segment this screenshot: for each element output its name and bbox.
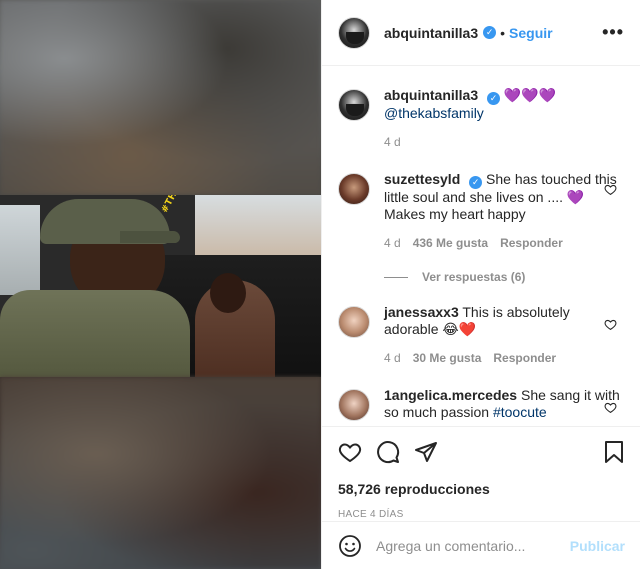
add-comment-bar: Agrega un comentario... Publicar — [322, 521, 640, 569]
comment-meta: 4 d 30 Me gusta Responder — [384, 350, 625, 367]
comment-text-cont: Makes my heart happy — [384, 206, 526, 222]
video-frame[interactable]: #THEKABSFAMILY — [0, 195, 321, 377]
caption-time[interactable]: 4 d — [384, 134, 401, 151]
caption-mention-link[interactable]: @thekabsfamily — [384, 105, 625, 122]
header-separator: • — [500, 24, 506, 41]
comment-likes[interactable]: 436 Me gusta — [413, 235, 488, 252]
post-sidebar: abquintanilla3 ✓ • Seguir ••• abquintani… — [321, 0, 640, 569]
instagram-post: #THEKABSFAMILY abquintanilla3 ✓ • Seguir… — [0, 0, 640, 569]
comments-list[interactable]: abquintanilla3 ✓ 💜💜💜 @thekabsfamily 4 d … — [322, 67, 640, 426]
post-actions: 58,726 reproducciones HACE 4 DÍAS — [322, 426, 640, 520]
caption-emojis: 💜💜💜 — [503, 87, 557, 103]
avatar[interactable] — [338, 173, 370, 205]
emoji-icon[interactable] — [338, 534, 362, 558]
comment-likes[interactable]: 30 Me gusta — [413, 350, 482, 367]
caption-meta: 4 d — [384, 134, 625, 151]
follow-button[interactable]: Seguir — [509, 25, 553, 41]
list-item: suzettesyld ✓ She has touched this littl… — [338, 151, 625, 252]
man-body — [0, 290, 190, 377]
caption: abquintanilla3 ✓ 💜💜💜 @thekabsfamily 4 d — [338, 67, 625, 151]
comment-body: 1angelica.mercedes She sang it with so m… — [384, 387, 625, 421]
caption-body: abquintanilla3 ✓ 💜💜💜 @thekabsfamily 4 d — [384, 87, 625, 151]
action-icons — [338, 439, 625, 465]
publish-button[interactable]: Publicar — [570, 538, 625, 554]
comment-username[interactable]: janessaxx3 — [384, 304, 459, 320]
verified-badge-icon: ✓ — [469, 176, 483, 189]
video-player[interactable]: #THEKABSFAMILY — [0, 0, 321, 569]
avatar[interactable] — [338, 89, 370, 121]
view-replies-button[interactable]: Ver respuestas (6) — [384, 270, 625, 284]
post-header: abquintanilla3 ✓ • Seguir ••• — [322, 0, 640, 66]
heart-icon[interactable] — [604, 401, 617, 414]
reply-button[interactable]: Responder — [500, 235, 563, 252]
child-face — [210, 273, 246, 313]
header-username[interactable]: abquintanilla3 — [384, 25, 478, 41]
list-item: 1angelica.mercedes She sang it with so m… — [338, 367, 625, 421]
comment-username[interactable]: suzettesyld — [384, 171, 460, 187]
avatar[interactable] — [338, 306, 370, 338]
comment-time[interactable]: 4 d — [384, 350, 401, 367]
caption-username[interactable]: abquintanilla3 — [384, 87, 478, 103]
comment-body: suzettesyld ✓ She has touched this littl… — [384, 171, 625, 252]
reply-button[interactable]: Responder — [493, 350, 556, 367]
comment-time[interactable]: 4 d — [384, 235, 401, 252]
heart-icon[interactable] — [604, 183, 617, 196]
video-blur-background-bottom — [0, 377, 321, 569]
replies-divider — [384, 276, 408, 278]
heart-icon[interactable] — [604, 318, 617, 331]
video-blur-background-top — [0, 0, 321, 195]
share-icon[interactable] — [414, 440, 438, 464]
cap-brim — [120, 231, 180, 243]
comment-hashtag-link[interactable]: #toocute — [493, 404, 547, 420]
more-options-icon[interactable]: ••• — [602, 22, 624, 43]
bookmark-icon[interactable] — [603, 440, 625, 464]
comment-emoji: 💜 — [566, 189, 585, 205]
post-date[interactable]: HACE 4 DÍAS — [338, 509, 625, 520]
car-window-left — [0, 205, 40, 295]
heart-icon[interactable] — [338, 440, 362, 464]
list-item: janessaxx3 This is absolutely adorable 😂… — [338, 284, 625, 367]
avatar[interactable] — [338, 389, 370, 421]
avatar[interactable] — [338, 16, 370, 49]
comment-meta: 4 d 436 Me gusta Responder — [384, 235, 625, 252]
comment-icon[interactable] — [376, 440, 400, 464]
verified-badge-icon: ✓ — [483, 26, 497, 39]
comment-body: janessaxx3 This is absolutely adorable 😂… — [384, 304, 625, 367]
verified-badge-icon: ✓ — [487, 92, 501, 105]
comment-input[interactable]: Agrega un comentario... — [376, 538, 570, 554]
comment-username[interactable]: 1angelica.mercedes — [384, 387, 517, 403]
view-count[interactable]: 58,726 reproducciones — [338, 481, 625, 497]
view-replies-label[interactable]: Ver respuestas (6) — [422, 270, 525, 284]
